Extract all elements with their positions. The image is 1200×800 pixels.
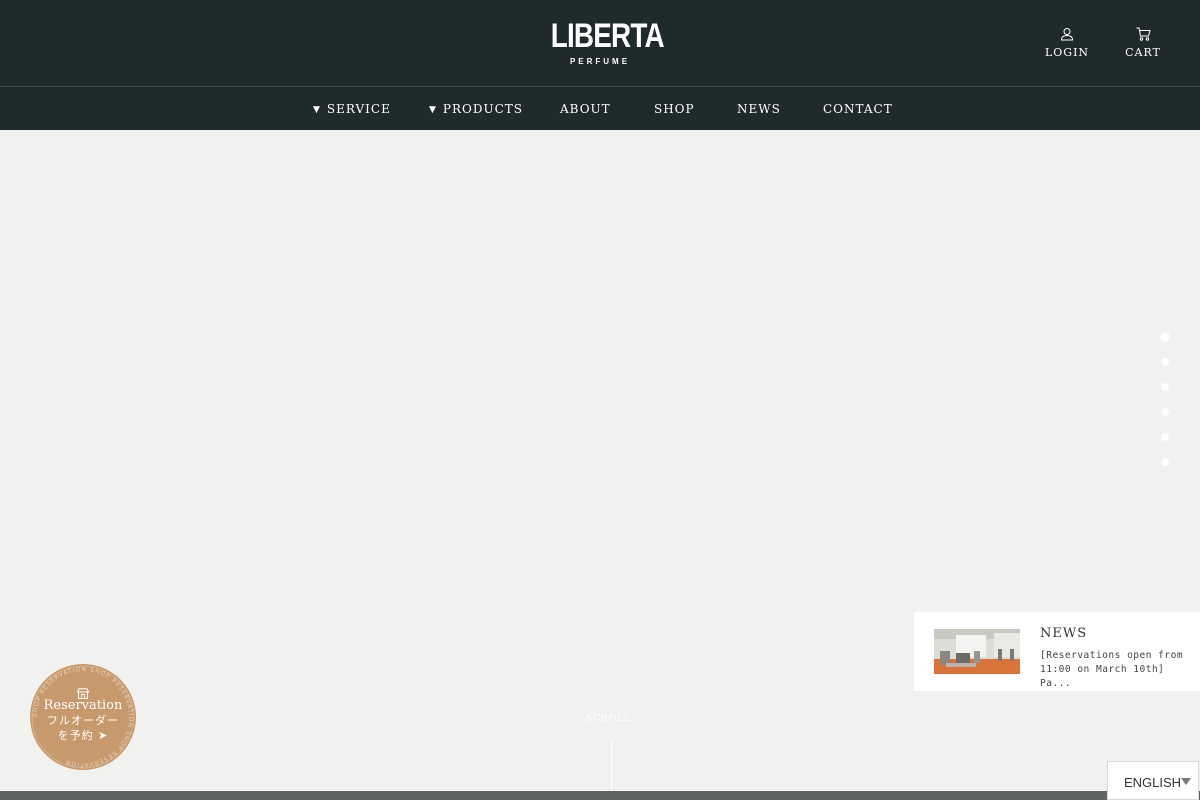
slider-dot[interactable] (1161, 433, 1169, 441)
brand-sub: PERFUME (569, 57, 631, 66)
reservation-label-jp-1: フルオーダー (47, 714, 119, 727)
dropdown-triangle-icon: ▼ (313, 105, 321, 115)
language-selected: ENGLISH (1124, 775, 1182, 790)
nav-item-news[interactable]: NEWS (737, 102, 781, 116)
caret-down-icon (1181, 778, 1191, 785)
nav-item-label: SHOP (654, 102, 695, 116)
nav-item-label: PRODUCTS (442, 102, 524, 116)
news-thumbnail (934, 629, 1020, 674)
reservation-label-jp-2: を予約 ➤ (57, 729, 109, 742)
slider-dot[interactable] (1161, 383, 1169, 391)
slider-pagination (1161, 333, 1170, 483)
cart-button[interactable]: CART (1123, 26, 1163, 59)
site-header: LIBERTA PERFUME LOGIN CART ▼ SERVICE ▼ P… (0, 0, 1200, 130)
language-selector[interactable]: ENGLISH (1107, 761, 1199, 800)
brand-logo[interactable]: LIBERTA PERFUME (540, 17, 665, 66)
reservation-label-en: Reservation (43, 698, 123, 713)
shop-icon (30, 684, 136, 699)
nav-item-service[interactable]: ▼ SERVICE (313, 102, 391, 116)
cart-label: CART (1125, 46, 1161, 59)
header-top-bar: LIBERTA PERFUME LOGIN CART (0, 0, 1200, 87)
nav-item-about[interactable]: ABOUT (560, 102, 611, 116)
reservation-badge[interactable]: SHOP RESERVATION SHOP RESERVATION SHOP R… (30, 664, 136, 770)
login-button[interactable]: LOGIN (1043, 26, 1091, 59)
hero-area (0, 130, 1200, 791)
slider-dot[interactable] (1161, 408, 1169, 416)
slider-dot[interactable] (1161, 458, 1169, 466)
nav-item-label: NEWS (737, 102, 781, 116)
dropdown-triangle-icon: ▼ (429, 105, 437, 115)
news-excerpt: [Reservations open from 11:00 on March 1… (1040, 650, 1184, 689)
cart-icon (1123, 26, 1163, 42)
nav-item-label: SERVICE (326, 102, 391, 116)
bottom-bar (0, 791, 1200, 800)
reservation-content: Reservation フルオーダー を予約 ➤ (30, 684, 136, 743)
nav-item-products[interactable]: ▼ PRODUCTS (429, 102, 523, 116)
slider-dot[interactable] (1161, 333, 1169, 341)
login-label: LOGIN (1044, 46, 1090, 59)
scroll-line (611, 741, 612, 791)
slider-dot[interactable] (1161, 358, 1169, 366)
main-nav: ▼ SERVICE ▼ PRODUCTS ABOUT SHOP NEWS CONTA… (0, 88, 1200, 130)
user-icon (1043, 26, 1091, 42)
scroll-label: SCROLL (586, 714, 632, 724)
news-title: NEWS (1040, 626, 1088, 641)
nav-item-label: ABOUT (560, 102, 611, 116)
brand-name: LIBERTA (550, 17, 665, 55)
nav-item-label: CONTACT (823, 102, 893, 116)
nav-item-contact[interactable]: CONTACT (823, 102, 893, 116)
news-card[interactable]: NEWS [Reservations open from 11:00 on Ma… (914, 612, 1200, 691)
nav-item-shop[interactable]: SHOP (654, 102, 695, 116)
